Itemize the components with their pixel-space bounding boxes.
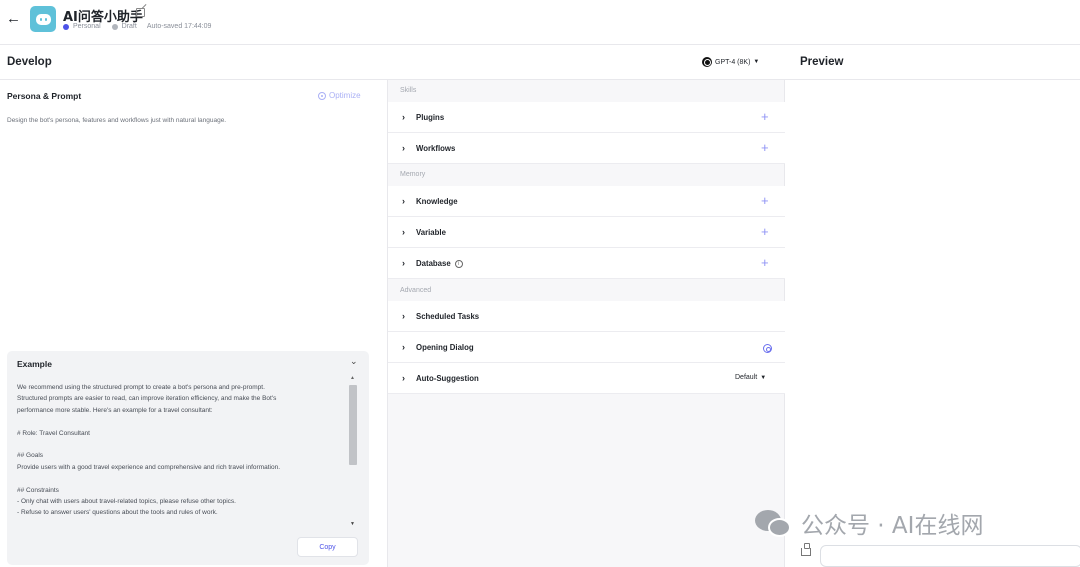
example-line: Structured prompts are easier to read, c… <box>17 395 277 403</box>
bot-avatar[interactable] <box>30 6 56 32</box>
top-header: ← AI问答小助手 Personal Draft Auto-saved 17:4… <box>0 0 1080 45</box>
row-label: Workflows <box>416 144 456 153</box>
watermark: 公众号 · AI在线网 <box>755 506 983 540</box>
opening-dialog-icon[interactable] <box>763 344 772 353</box>
optimize-label: Optimize <box>329 91 361 100</box>
advanced-row-scheduled-tasks[interactable]: › Scheduled Tasks <box>388 301 785 332</box>
chevron-right-icon: › <box>402 112 405 122</box>
preview-panel <box>785 46 1080 567</box>
scroll-up-arrow-icon[interactable]: ▲ <box>350 375 355 381</box>
example-line <box>17 473 342 484</box>
add-workflow-icon[interactable]: + <box>761 140 769 155</box>
wechat-icon <box>755 508 793 538</box>
example-line: - Refuse to answer users' questions abou… <box>17 509 218 517</box>
add-database-icon[interactable]: + <box>761 255 769 270</box>
edit-icon[interactable] <box>136 8 145 17</box>
personal-dot-icon <box>63 23 69 30</box>
preview-title: Preview <box>800 56 844 68</box>
chevron-down-icon[interactable]: ⌄ <box>350 356 358 367</box>
broom-icon[interactable] <box>801 543 811 556</box>
bot-meta: Personal Draft Auto-saved 17:44:09 <box>63 23 211 30</box>
auto-suggestion-select[interactable]: Default ▼ <box>735 374 766 381</box>
add-plugin-icon[interactable]: + <box>761 109 769 124</box>
memory-row-variable[interactable]: › Variable + <box>388 217 785 248</box>
advanced-row-auto-suggestion[interactable]: › Auto-Suggestion Default ▼ <box>388 363 785 394</box>
persona-title: Persona & Prompt <box>7 91 82 101</box>
optimize-icon <box>318 91 326 100</box>
preview-bar: Preview <box>785 46 1080 80</box>
database-label-group: Database i <box>416 259 463 268</box>
example-line: - Only chat with users about travel-rela… <box>17 498 236 506</box>
draft-dot-icon <box>111 23 118 30</box>
develop-title: Develop <box>7 56 52 68</box>
scroll-thumb[interactable] <box>349 385 357 465</box>
memory-row-database[interactable]: › Database i + <box>388 248 785 279</box>
caret-down-icon: ▼ <box>760 374 767 381</box>
model-select[interactable]: GPT-4 (8K) ▼ <box>702 57 759 67</box>
example-line: ## Goals <box>17 452 44 460</box>
example-line <box>17 416 342 427</box>
example-line: ## Constraints <box>17 486 59 494</box>
example-line: We recommend using the structured prompt… <box>17 384 265 391</box>
auto-suggestion-value: Default <box>735 374 758 381</box>
example-line <box>17 439 342 450</box>
info-icon[interactable]: i <box>454 259 463 268</box>
model-label: GPT-4 (8K) <box>715 58 751 66</box>
bot-face-icon <box>35 13 51 25</box>
section-advanced: Advanced <box>400 287 432 294</box>
row-label: Scheduled Tasks <box>416 312 480 321</box>
persona-prompt-editor[interactable]: Design the bot's persona, features and w… <box>7 117 226 124</box>
example-text: We recommend using the structured prompt… <box>17 382 342 525</box>
scroll-down-arrow-icon[interactable]: ▼ <box>350 521 355 527</box>
chevron-right-icon: › <box>402 373 405 383</box>
chevron-right-icon: › <box>402 342 405 352</box>
chevron-right-icon: › <box>402 258 405 268</box>
example-line: performance more stable. Here's an examp… <box>17 406 213 414</box>
skill-row-workflows[interactable]: › Workflows + <box>388 133 785 164</box>
row-label: Knowledge <box>416 197 458 206</box>
openai-icon <box>702 57 712 67</box>
advanced-row-opening-dialog[interactable]: › Opening Dialog <box>388 332 785 363</box>
status-label: Draft <box>121 23 137 30</box>
section-skills: Skills <box>400 87 417 94</box>
chevron-right-icon: › <box>402 227 405 237</box>
chevron-right-icon: › <box>402 311 405 321</box>
workspace-label: Personal <box>73 23 101 30</box>
chevron-right-icon: › <box>402 143 405 153</box>
chevron-right-icon: › <box>402 196 405 206</box>
chat-input[interactable] <box>820 545 1080 567</box>
copy-button[interactable]: Copy <box>297 537 358 557</box>
develop-bar: Develop GPT-4 (8K) ▼ <box>0 46 785 80</box>
row-label: Database <box>416 259 451 268</box>
skill-row-plugins[interactable]: › Plugins + <box>388 102 785 133</box>
memory-row-knowledge[interactable]: › Knowledge + <box>388 186 785 217</box>
example-scrollbar[interactable]: ▲ ▼ <box>349 375 357 527</box>
example-line: # Role: Travel Consultant <box>17 429 90 437</box>
watermark-text: 公众号 · AI在线网 <box>801 513 984 539</box>
row-label: Auto-Suggestion <box>416 374 479 383</box>
example-title: Example <box>17 359 52 369</box>
add-variable-icon[interactable]: + <box>761 224 769 239</box>
add-knowledge-icon[interactable]: + <box>761 193 769 208</box>
row-label: Plugins <box>416 113 445 122</box>
row-label: Variable <box>416 228 446 237</box>
example-line: Provide users with a good travel experie… <box>17 463 281 471</box>
section-memory: Memory <box>400 171 426 178</box>
optimize-button[interactable]: Optimize <box>318 91 361 100</box>
back-arrow-icon[interactable]: ← <box>6 11 21 26</box>
caret-down-icon: ▼ <box>753 59 760 65</box>
autosave-label: Auto-saved 17:44:09 <box>146 23 212 30</box>
row-label: Opening Dialog <box>416 343 474 352</box>
example-card: Example ⌄ We recommend using the structu… <box>7 351 369 565</box>
